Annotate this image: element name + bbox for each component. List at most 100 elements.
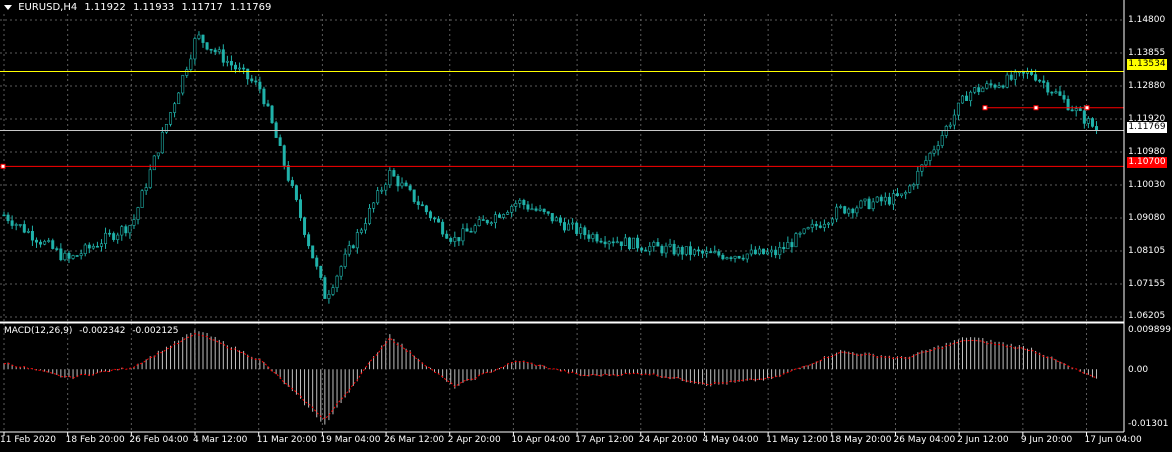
- candlestick-series: [2, 31, 1099, 304]
- candle-body: [713, 251, 717, 254]
- candle-body: [733, 255, 737, 259]
- candle-body: [859, 200, 863, 209]
- candle-body: [1038, 79, 1042, 82]
- candle-body: [1021, 71, 1025, 74]
- candle-body: [392, 170, 396, 177]
- candle-body: [741, 257, 745, 260]
- candle-body: [757, 248, 761, 255]
- candle-body: [774, 249, 778, 256]
- candle-body: [729, 257, 733, 259]
- candle-body: [10, 220, 14, 226]
- candle-body: [761, 248, 765, 255]
- candle-body: [948, 124, 952, 127]
- candle-body: [229, 60, 233, 66]
- candle-body: [875, 196, 879, 203]
- candle-body: [238, 67, 242, 70]
- candle-body: [209, 48, 213, 51]
- candle-body: [1030, 71, 1034, 75]
- candle-body: [615, 241, 619, 244]
- candle-body: [497, 214, 501, 218]
- candle-body: [39, 241, 43, 245]
- candle-body: [384, 184, 388, 191]
- candle-body: [34, 239, 38, 243]
- candle-body: [372, 202, 376, 209]
- time-tick-label: 10 Apr 04:00: [511, 435, 571, 445]
- candle-body: [887, 196, 891, 205]
- candle-body: [583, 227, 587, 236]
- candle-body: [656, 242, 660, 247]
- candle-body: [140, 190, 144, 208]
- candle-body: [485, 219, 489, 224]
- candle-body: [363, 223, 367, 231]
- candle-body: [136, 207, 140, 220]
- candle-body: [607, 241, 611, 245]
- candle-body: [562, 222, 566, 231]
- candle-body: [619, 241, 623, 246]
- candle-body: [981, 87, 985, 93]
- candle-body: [441, 221, 445, 235]
- candle-body: [806, 227, 810, 230]
- candle-body: [684, 246, 688, 255]
- candle-body: [177, 92, 181, 105]
- candle-body: [802, 228, 806, 234]
- candle-body: [453, 237, 457, 242]
- candle-body: [311, 245, 315, 259]
- candle-body: [554, 217, 558, 222]
- macd-name: MACD(12,26,9): [4, 326, 73, 336]
- candle-body: [506, 212, 510, 215]
- candle-body: [307, 234, 311, 247]
- candle-body: [335, 275, 339, 288]
- candle-body: [1025, 71, 1029, 74]
- candle-body: [960, 95, 964, 104]
- price-tick: 1.08105: [1128, 246, 1166, 256]
- candle-body: [181, 75, 185, 94]
- candle-body: [672, 243, 676, 255]
- candle-body: [428, 211, 432, 219]
- candle-body: [465, 228, 469, 232]
- candle-body: [522, 199, 526, 206]
- price-tick: 1.12880: [1128, 81, 1166, 91]
- candle-body: [67, 252, 71, 259]
- candle-body: [481, 219, 485, 221]
- macd-label: MACD(12,26,9) -0.002342 -0.002125: [4, 326, 183, 336]
- candle-body: [790, 242, 794, 248]
- candle-body: [697, 249, 701, 252]
- candle-body: [956, 102, 960, 116]
- candle-body: [43, 241, 47, 245]
- candle-body: [940, 135, 944, 146]
- candle-body: [1095, 126, 1099, 131]
- candle-body: [1034, 74, 1038, 81]
- candle-body: [571, 222, 575, 225]
- candle-body: [173, 103, 177, 113]
- candle-body: [469, 230, 473, 233]
- candle-body: [1078, 108, 1082, 111]
- candle-body: [376, 190, 380, 204]
- candle-body: [595, 234, 599, 242]
- candle-body: [599, 240, 603, 243]
- candle-body: [112, 233, 116, 240]
- price-tick: 1.13855: [1128, 48, 1166, 58]
- candle-body: [197, 34, 201, 39]
- candle-body: [709, 251, 713, 254]
- candle-body: [912, 184, 916, 187]
- current-price-tag: 1.11769: [1127, 122, 1167, 133]
- candle-body: [193, 38, 197, 60]
- candle-body: [388, 170, 392, 186]
- candle-body: [185, 69, 189, 76]
- candle-body: [575, 222, 579, 234]
- candle-body: [737, 255, 741, 259]
- candle-body: [242, 67, 246, 70]
- chevron-down-icon[interactable]: [4, 4, 12, 10]
- price-chart[interactable]: [0, 0, 1172, 452]
- candle-body: [680, 247, 684, 255]
- time-tick-label: 11 Mar 20:00: [256, 435, 317, 445]
- candle-body: [461, 228, 465, 242]
- candle-body: [745, 253, 749, 260]
- candle-body: [688, 246, 692, 255]
- time-tick-label: 2 Apr 20:00: [447, 435, 501, 445]
- candle-body: [640, 247, 644, 251]
- candle-body: [201, 34, 205, 43]
- candle-body: [546, 211, 550, 214]
- candle-body: [303, 217, 307, 235]
- yellow-line-price-tag: 1.13534: [1127, 59, 1167, 70]
